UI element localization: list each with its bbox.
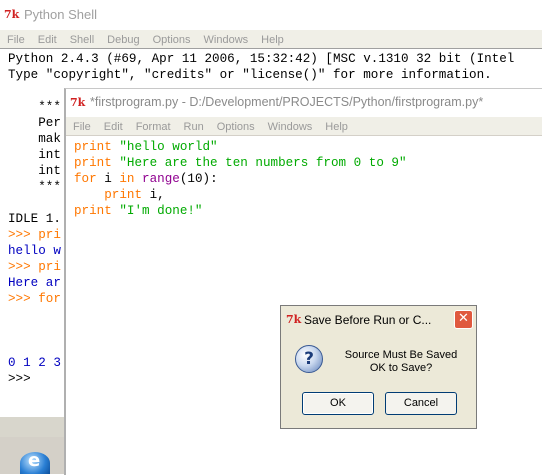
cancel-button[interactable]: Cancel bbox=[385, 392, 457, 415]
shell-output-line: >>> for bbox=[8, 292, 61, 306]
dialog-message-line1: Source Must Be Saved bbox=[344, 349, 458, 361]
code-line: print "Here are the ten numbers from 0 t… bbox=[74, 155, 407, 171]
shell-output-line: *** bbox=[8, 100, 61, 114]
shell-output-line: IDLE 1. bbox=[8, 212, 61, 226]
shell-output-line: >>> bbox=[8, 372, 31, 386]
shell-output-line: hello w bbox=[8, 244, 61, 258]
shell-output-line: Per bbox=[8, 116, 61, 130]
code-token: for bbox=[74, 172, 105, 186]
editor-titlebar[interactable]: 7k *firstprogram.py - D:/Development/PRO… bbox=[66, 89, 542, 117]
code-line: print "I'm done!" bbox=[74, 203, 203, 219]
editor-title: *firstprogram.py - D:/Development/PROJEC… bbox=[90, 95, 484, 109]
code-token: (10): bbox=[179, 172, 218, 186]
shell-output-line: Type "copyright", "credits" or "license(… bbox=[8, 68, 492, 82]
dialog-message-line2: OK to Save? bbox=[369, 362, 433, 374]
editor-menu-windows[interactable]: Windows bbox=[261, 118, 319, 134]
shell-output-line: Python 2.4.3 (#69, Apr 11 2006, 15:32:42… bbox=[8, 52, 515, 66]
shell-menubar: File Edit Shell Debug Options Windows Help bbox=[0, 30, 542, 49]
code-line: print "hello world" bbox=[74, 139, 218, 155]
code-token: "hello world" bbox=[119, 140, 218, 154]
shell-menu-edit[interactable]: Edit bbox=[31, 31, 63, 47]
code-token: print bbox=[74, 156, 120, 170]
shell-menu-debug[interactable]: Debug bbox=[100, 31, 145, 47]
shell-output-line: >>> pri bbox=[8, 228, 61, 242]
shell-menu-shell[interactable]: Shell bbox=[63, 31, 100, 47]
code-token: range bbox=[142, 172, 180, 186]
shell-titlebar[interactable]: 7k Python Shell bbox=[0, 0, 542, 30]
code-line: for i in range(10): bbox=[74, 171, 218, 187]
editor-menubar: File Edit Format Run Options Windows Help bbox=[66, 117, 542, 136]
shell-output-line: Here ar bbox=[8, 276, 61, 290]
code-token: print bbox=[74, 204, 120, 218]
editor-menu-file[interactable]: File bbox=[66, 118, 97, 134]
code-line: print i, bbox=[74, 187, 165, 203]
shell-menu-file[interactable]: File bbox=[0, 31, 31, 47]
dialog-title: Save Before Run or C... bbox=[304, 313, 432, 327]
shell-output-line: >>> pri bbox=[8, 260, 61, 274]
code-token: i, bbox=[149, 188, 165, 202]
shell-title: Python Shell bbox=[24, 7, 97, 22]
shell-output-line: int bbox=[8, 148, 61, 162]
code-token: "Here are the ten numbers from 0 to 9" bbox=[119, 156, 407, 170]
shell-output-line: 0 1 2 3 bbox=[8, 356, 61, 370]
code-token: print bbox=[74, 140, 120, 154]
shell-output-line: int bbox=[8, 164, 61, 178]
close-icon[interactable]: ✕ bbox=[454, 310, 473, 329]
editor-menu-format[interactable]: Format bbox=[129, 118, 177, 134]
tk-feather-icon: 7k bbox=[4, 8, 20, 21]
code-token: in bbox=[119, 172, 143, 186]
shell-menu-windows[interactable]: Windows bbox=[197, 31, 255, 47]
question-icon: ? bbox=[295, 345, 323, 373]
tk-feather-icon: 7k bbox=[70, 96, 86, 109]
editor-menu-options[interactable]: Options bbox=[210, 118, 261, 134]
code-token: print bbox=[74, 188, 150, 202]
shell-output-line: *** bbox=[8, 180, 61, 194]
internet-explorer-icon[interactable] bbox=[20, 450, 50, 474]
shell-status-bar bbox=[0, 416, 66, 437]
save-before-run-dialog: 7k Save Before Run or C... ✕ ? Source Mu… bbox=[280, 305, 477, 429]
code-token: i bbox=[104, 172, 120, 186]
shell-output-line: mak bbox=[8, 132, 61, 146]
dialog-titlebar[interactable]: 7k Save Before Run or C... ✕ bbox=[281, 306, 476, 334]
shell-menu-help[interactable]: Help bbox=[254, 31, 290, 47]
editor-menu-run[interactable]: Run bbox=[177, 118, 210, 134]
editor-menu-edit[interactable]: Edit bbox=[97, 118, 129, 134]
editor-menu-help[interactable]: Help bbox=[318, 118, 354, 134]
shell-menu-options[interactable]: Options bbox=[146, 31, 197, 47]
ok-button[interactable]: OK bbox=[302, 392, 374, 415]
code-token: "I'm done!" bbox=[119, 204, 203, 218]
dialog-message: Source Must Be Saved OK to Save? bbox=[331, 349, 471, 375]
tk-feather-icon: 7k bbox=[286, 313, 302, 326]
